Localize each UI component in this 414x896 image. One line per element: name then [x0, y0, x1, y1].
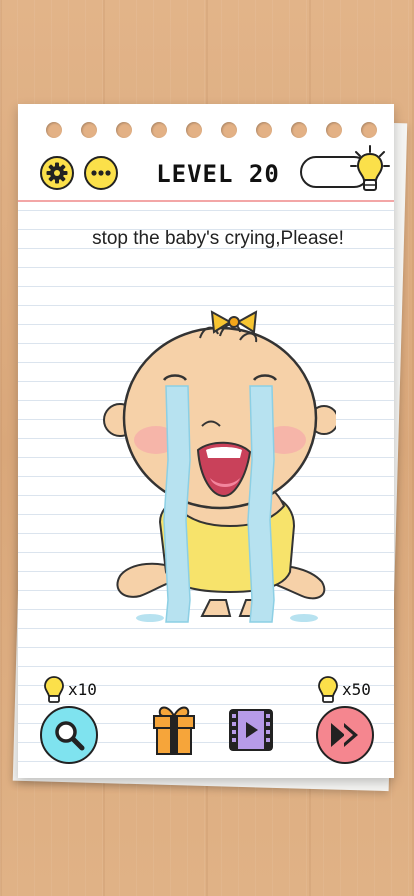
more-button[interactable]: [84, 156, 118, 190]
notebook-paper: LEVEL 20 stop the baby's crying,Please!: [18, 104, 394, 778]
more-dots-icon: [91, 170, 111, 176]
lightbulb-icon[interactable]: [348, 144, 392, 198]
baby-head: [103, 323, 336, 510]
hint-button[interactable]: [40, 706, 98, 764]
hint-cost-label: x10: [68, 679, 97, 699]
level-title: LEVEL 20: [156, 160, 280, 188]
lightbulb-icon: [44, 676, 64, 703]
gift-icon[interactable]: [150, 702, 198, 756]
skip-cost: x50: [316, 674, 371, 704]
paper-header-area: LEVEL 20: [18, 104, 394, 204]
crying-baby-scene[interactable]: [90, 300, 336, 632]
hint-cost: x10: [42, 674, 97, 704]
skip-cost-label: x50: [342, 679, 371, 699]
margin-line: [18, 200, 394, 202]
fast-forward-icon: [331, 723, 358, 747]
magnifier-icon: [55, 721, 85, 751]
puzzle-prompt: stop the baby's crying,Please!: [92, 228, 344, 249]
lightbulb-icon: [318, 676, 338, 703]
video-icon[interactable]: [228, 708, 274, 752]
skip-button[interactable]: [316, 706, 374, 764]
gear-icon: [46, 162, 68, 184]
binder-holes: [46, 122, 377, 146]
settings-button[interactable]: [40, 156, 74, 190]
